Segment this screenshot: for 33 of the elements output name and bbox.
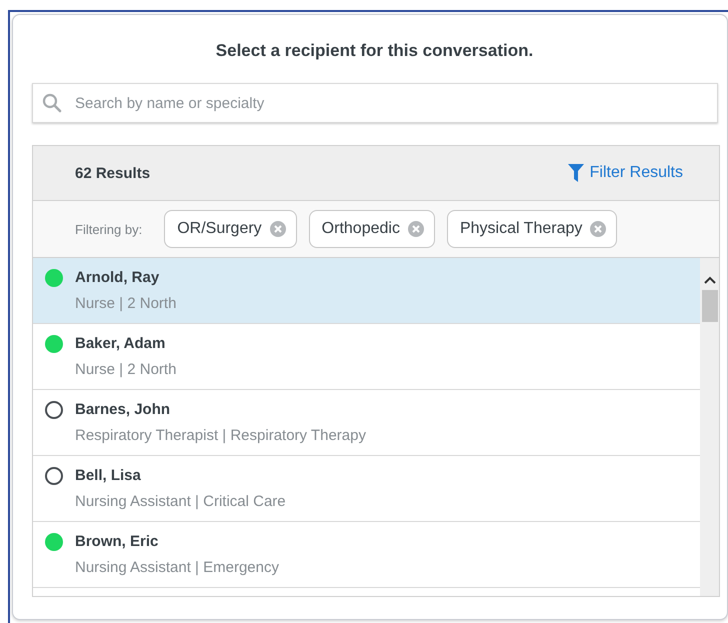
recipient-detail: Nursing Assistant | Emergency [75,559,280,576]
recipient-row[interactable]: Arnold, Ray Nurse | 2 North [33,258,700,324]
dialog-title: Select a recipient for this conversation. [214,41,534,61]
recipient-name: Baker, Adam [75,335,166,353]
remove-icon[interactable] [408,221,424,237]
filter-chip[interactable]: Physical Therapy [446,210,618,248]
recipient-row[interactable]: Brown, Eric Nursing Assistant | Emergency [33,522,700,588]
search-field[interactable]: Search by name or specialty [32,83,718,123]
recipient-row[interactable]: Bell, Lisa Nursing Assistant | Critical Care [33,456,700,522]
recipient-detail: Nurse | 2 North [75,361,178,378]
filtering-label: Filtering by: [75,222,142,236]
filter-chip[interactable]: OR/Surgery [164,210,297,248]
recipient-detail: Nursing Assistant | Critical Care [75,493,287,510]
recipient-row[interactable]: Baker, Adam Nurse | 2 North [33,324,700,390]
remove-icon[interactable] [590,221,606,237]
chip-label: Orthopedic [322,220,400,238]
recipient-name: Bell, Lisa [75,467,142,485]
recipient-detail: Respiratory Therapist | Respiratory Therapy [75,427,367,444]
chip-label: OR/Surgery [177,220,262,238]
chip-label: Physical Therapy [460,220,582,238]
scrollbar[interactable] [700,258,719,596]
recipient-row[interactable]: Barnes, John Respiratory Therapist | Respiratory Therapy [33,390,700,456]
remove-icon[interactable] [270,221,286,237]
recipient-name: Arnold, Ray [75,269,160,287]
filter-chip[interactable]: Orthopedic [308,210,435,248]
recipient-name: Brown, Eric [75,533,160,551]
scroll-thumb[interactable] [702,290,718,322]
results-count: 62 Results [75,164,150,182]
recipient-name: Barnes, John [75,401,172,419]
chevron-up-icon[interactable] [704,276,716,284]
funnel-icon [568,164,584,182]
recipient-detail: Nurse | 2 North [75,295,178,312]
filter-results-link[interactable]: Filter Results [568,164,683,182]
